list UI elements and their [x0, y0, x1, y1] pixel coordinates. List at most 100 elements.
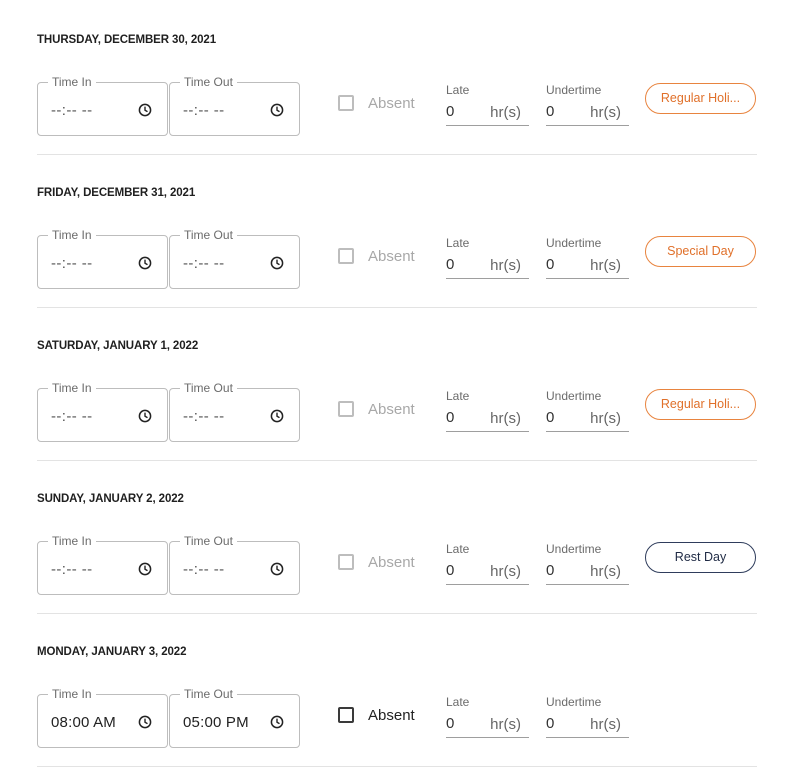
time-out-value[interactable]: --:-- -- — [183, 255, 225, 272]
late-underline — [446, 737, 529, 738]
late-field[interactable]: Late 0 hr(s) — [446, 542, 529, 586]
late-value[interactable]: 0 — [446, 562, 454, 579]
late-underline — [446, 431, 529, 432]
late-field[interactable]: Late 0 hr(s) — [446, 236, 529, 280]
time-in-label: Time In — [48, 687, 96, 701]
row-divider — [37, 460, 757, 461]
time-out-label: Time Out — [180, 228, 237, 242]
late-unit: hr(s) — [490, 716, 521, 733]
day-type-tag[interactable]: Regular Holi... — [645, 83, 756, 114]
day-title: THURSDAY, DECEMBER 30, 2021 — [37, 34, 217, 46]
absent-label: Absent — [368, 554, 415, 571]
late-value[interactable]: 0 — [446, 409, 454, 426]
absent-label: Absent — [368, 95, 415, 112]
undertime-value[interactable]: 0 — [546, 103, 554, 120]
undertime-field[interactable]: Undertime 0 hr(s) — [546, 542, 629, 586]
day-row-2022-01-02: SUNDAY, JANUARY 2, 2022 Time In --:-- --… — [0, 466, 793, 619]
absent-label[interactable]: Absent — [368, 707, 415, 724]
clock-icon[interactable] — [138, 409, 152, 423]
undertime-field[interactable]: Undertime 0 hr(s) — [546, 695, 629, 739]
late-value[interactable]: 0 — [446, 715, 454, 732]
undertime-unit: hr(s) — [590, 716, 621, 733]
time-out-field[interactable]: Time Out --:-- -- — [169, 534, 300, 595]
time-in-value[interactable]: --:-- -- — [51, 561, 93, 578]
time-in-value[interactable]: --:-- -- — [51, 102, 93, 119]
undertime-label: Undertime — [546, 695, 602, 709]
late-value[interactable]: 0 — [446, 103, 454, 120]
day-title: FRIDAY, DECEMBER 31, 2021 — [37, 187, 196, 199]
time-in-label: Time In — [48, 381, 96, 395]
undertime-label: Undertime — [546, 389, 602, 403]
clock-icon[interactable] — [138, 562, 152, 576]
absent-checkbox[interactable] — [338, 707, 354, 723]
late-label: Late — [446, 236, 470, 250]
undertime-field[interactable]: Undertime 0 hr(s) — [546, 236, 629, 280]
undertime-value[interactable]: 0 — [546, 256, 554, 273]
clock-icon[interactable] — [138, 256, 152, 270]
clock-icon[interactable] — [270, 409, 284, 423]
late-unit: hr(s) — [490, 410, 521, 427]
time-out-field[interactable]: Time Out 05:00 PM — [169, 687, 300, 748]
time-out-value[interactable]: 05:00 PM — [183, 714, 249, 731]
time-out-field[interactable]: Time Out --:-- -- — [169, 75, 300, 136]
time-in-field[interactable]: Time In --:-- -- — [37, 75, 168, 136]
late-value[interactable]: 0 — [446, 256, 454, 273]
late-underline — [446, 125, 529, 126]
late-unit: hr(s) — [490, 104, 521, 121]
row-divider — [37, 307, 757, 308]
time-in-label: Time In — [48, 534, 96, 548]
undertime-field[interactable]: Undertime 0 hr(s) — [546, 389, 629, 433]
time-in-value[interactable]: --:-- -- — [51, 408, 93, 425]
time-out-value[interactable]: --:-- -- — [183, 408, 225, 425]
clock-icon[interactable] — [270, 562, 284, 576]
time-in-field[interactable]: Time In 08:00 AM — [37, 687, 168, 748]
late-field[interactable]: Late 0 hr(s) — [446, 83, 529, 127]
clock-icon[interactable] — [270, 715, 284, 729]
absent-label: Absent — [368, 248, 415, 265]
late-label: Late — [446, 695, 470, 709]
time-out-label: Time Out — [180, 534, 237, 548]
day-type-tag[interactable]: Special Day — [645, 236, 756, 267]
undertime-unit: hr(s) — [590, 104, 621, 121]
day-row-2022-01-01: SATURDAY, JANUARY 1, 2022 Time In --:-- … — [0, 313, 793, 466]
day-row-2021-12-30: THURSDAY, DECEMBER 30, 2021 Time In --:-… — [0, 7, 793, 160]
clock-icon[interactable] — [138, 715, 152, 729]
undertime-label: Undertime — [546, 236, 602, 250]
undertime-value[interactable]: 0 — [546, 409, 554, 426]
undertime-field[interactable]: Undertime 0 hr(s) — [546, 83, 629, 127]
late-field[interactable]: Late 0 hr(s) — [446, 695, 529, 739]
late-field[interactable]: Late 0 hr(s) — [446, 389, 529, 433]
undertime-underline — [546, 737, 629, 738]
time-out-value[interactable]: --:-- -- — [183, 102, 225, 119]
time-out-value[interactable]: --:-- -- — [183, 561, 225, 578]
time-in-field[interactable]: Time In --:-- -- — [37, 381, 168, 442]
time-in-field[interactable]: Time In --:-- -- — [37, 228, 168, 289]
undertime-label: Undertime — [546, 542, 602, 556]
time-in-value[interactable]: 08:00 AM — [51, 714, 116, 731]
day-type-tag[interactable]: Rest Day — [645, 542, 756, 573]
undertime-underline — [546, 125, 629, 126]
time-in-field[interactable]: Time In --:-- -- — [37, 534, 168, 595]
late-label: Late — [446, 542, 470, 556]
time-out-field[interactable]: Time Out --:-- -- — [169, 228, 300, 289]
undertime-unit: hr(s) — [590, 410, 621, 427]
clock-icon[interactable] — [270, 103, 284, 117]
time-in-value[interactable]: --:-- -- — [51, 255, 93, 272]
undertime-unit: hr(s) — [590, 563, 621, 580]
late-underline — [446, 278, 529, 279]
undertime-unit: hr(s) — [590, 257, 621, 274]
undertime-underline — [546, 278, 629, 279]
absent-checkbox — [338, 248, 354, 264]
day-title: SUNDAY, JANUARY 2, 2022 — [37, 493, 184, 505]
undertime-value[interactable]: 0 — [546, 562, 554, 579]
time-out-field[interactable]: Time Out --:-- -- — [169, 381, 300, 442]
day-title: MONDAY, JANUARY 3, 2022 — [37, 646, 187, 658]
day-type-tag[interactable]: Regular Holi... — [645, 389, 756, 420]
clock-icon[interactable] — [270, 256, 284, 270]
day-title: SATURDAY, JANUARY 1, 2022 — [37, 340, 199, 352]
clock-icon[interactable] — [138, 103, 152, 117]
undertime-value[interactable]: 0 — [546, 715, 554, 732]
late-unit: hr(s) — [490, 257, 521, 274]
late-unit: hr(s) — [490, 563, 521, 580]
undertime-underline — [546, 584, 629, 585]
